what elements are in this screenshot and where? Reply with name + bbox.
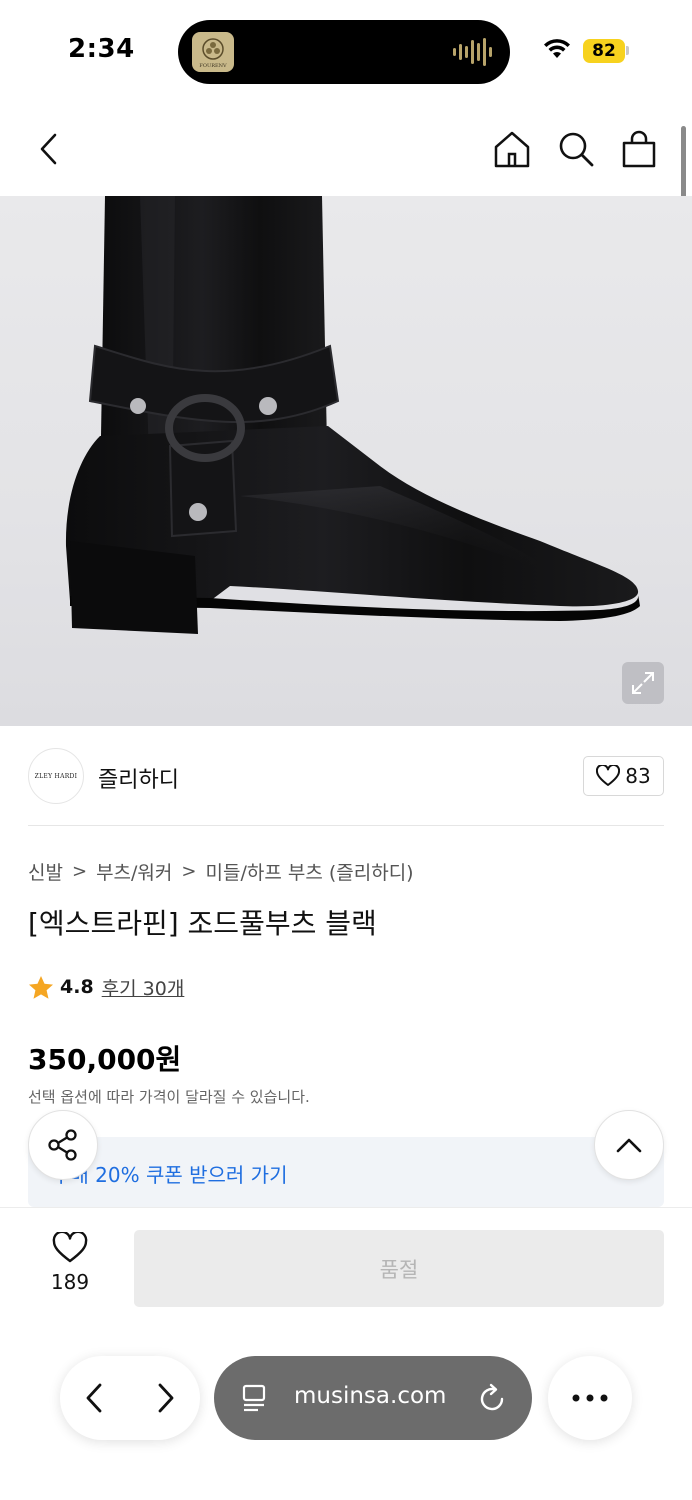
cart-button[interactable]	[616, 126, 662, 172]
brand-like-count: 83	[625, 764, 651, 788]
status-bar: 2:34 FOURENV 82	[0, 0, 692, 104]
back-arrow-icon	[40, 133, 57, 165]
product-title: [엑스트라핀] 조드풀부츠 블랙	[28, 907, 377, 940]
coupon-banner[interactable]: 구매 20% 쿠폰 받으러 가기 ›	[28, 1137, 664, 1207]
battery-tip	[626, 46, 629, 55]
browser-more-button[interactable]	[548, 1356, 632, 1440]
page-menu-icon	[242, 1384, 266, 1412]
wishlist-count: 189	[50, 1270, 90, 1294]
home-icon	[494, 131, 530, 168]
share-icon	[48, 1129, 77, 1161]
brand-name[interactable]: 즐리하디	[98, 762, 179, 794]
star-icon	[29, 975, 53, 999]
purchase-bar: 189 품절	[0, 1207, 692, 1327]
chevron-right-icon: >	[71, 860, 88, 882]
shopping-bag-icon	[622, 130, 656, 168]
brand-logo[interactable]: ZLEY HARDI	[28, 748, 84, 804]
audio-waveform-icon	[453, 38, 492, 66]
heart-outline-icon	[52, 1232, 88, 1263]
emblem-icon	[202, 38, 224, 60]
browser-forward-button[interactable]	[146, 1380, 186, 1416]
status-time: 2:34	[68, 34, 135, 64]
product-price: 350,000원	[28, 1043, 182, 1076]
expand-icon	[632, 672, 654, 694]
dynamic-island[interactable]: FOURENV	[178, 20, 510, 84]
coupon-text: 구매 20% 쿠폰 받으러 가기	[52, 1163, 288, 1187]
soldout-button[interactable]: 품절	[134, 1230, 664, 1307]
rating-value: 4.8	[60, 976, 94, 998]
chevron-up-icon	[616, 1138, 642, 1153]
home-button[interactable]	[489, 126, 535, 172]
island-app-icon: FOURENV	[192, 32, 234, 72]
brand-like-button[interactable]: 83	[583, 756, 664, 796]
brand-row[interactable]: ZLEY HARDI 즐리하디 83	[28, 746, 664, 806]
wifi-icon	[544, 39, 570, 58]
chevron-right-icon: >	[181, 860, 197, 882]
battery-indicator: 82	[583, 39, 625, 63]
breadcrumb-item-boots[interactable]: 부츠/워커	[96, 858, 172, 885]
product-image[interactable]	[0, 196, 692, 726]
url-text: musinsa.com	[294, 1383, 447, 1409]
address-bar[interactable]: musinsa.com	[214, 1356, 532, 1440]
scroll-top-button[interactable]	[594, 1110, 664, 1180]
back-button[interactable]	[26, 126, 72, 172]
expand-image-button[interactable]	[622, 662, 664, 704]
island-app-label: FOURENV	[199, 63, 227, 69]
chevron-right-icon	[158, 1383, 174, 1413]
rating-row: 4.8 후기 30개	[28, 972, 184, 1002]
heart-outline-icon	[596, 765, 621, 786]
breadcrumb-item-middle-boots[interactable]: 미들/하프 부츠 (즐리하디)	[205, 858, 413, 885]
browser-back-button[interactable]	[74, 1380, 114, 1416]
chevron-left-icon	[86, 1383, 102, 1413]
price-note: 선택 옵션에 따라 가격이 달라질 수 있습니다.	[28, 1088, 310, 1106]
top-navigation	[0, 110, 692, 192]
breadcrumb-item-shoes[interactable]: 신발	[28, 858, 63, 885]
browser-toolbar: musinsa.com	[0, 1327, 692, 1500]
share-button[interactable]	[28, 1110, 98, 1180]
browser-nav-pill	[60, 1356, 200, 1440]
reload-icon[interactable]	[478, 1382, 508, 1414]
wishlist-button[interactable]: 189	[28, 1232, 112, 1302]
breadcrumb: 신발 > 부츠/워커 > 미들/하프 부츠 (즐리하디)	[28, 857, 414, 885]
more-dots-icon	[572, 1394, 608, 1402]
search-icon	[559, 132, 594, 167]
review-link[interactable]: 후기 30개	[102, 974, 185, 1001]
search-button[interactable]	[553, 126, 599, 172]
divider	[28, 825, 664, 826]
boot-photo	[65, 196, 640, 634]
